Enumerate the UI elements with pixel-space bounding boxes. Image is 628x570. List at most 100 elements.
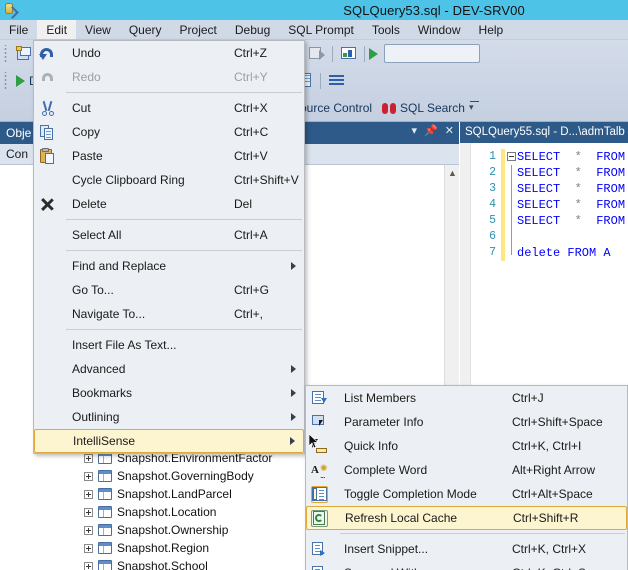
window-title: SQLQuery53.sql - DEV-SRV00 xyxy=(343,2,525,18)
submenu-arrow-icon xyxy=(290,437,295,445)
menu-item-navigate-to[interactable]: Navigate To... Ctrl+, xyxy=(34,302,304,326)
scroll-up-icon[interactable]: ▲ xyxy=(446,166,459,180)
expander-plus-icon[interactable] xyxy=(84,453,93,463)
delete-x-icon xyxy=(39,196,56,213)
menu-sql-prompt[interactable]: SQL Prompt xyxy=(279,20,363,39)
show-diagram-pane-icon[interactable] xyxy=(338,43,359,64)
menu-item-refresh-local-cache[interactable]: Refresh Local Cache Ctrl+Shift+R xyxy=(306,506,627,530)
menu-item-accel: Del xyxy=(234,197,253,211)
comment-lines-icon[interactable] xyxy=(326,70,347,91)
panel-dropdown-icon[interactable]: ▾ xyxy=(412,125,418,137)
menu-item-label: Insert Snippet... xyxy=(344,542,429,556)
intellisense-submenu[interactable]: List Members Ctrl+J Parameter Info Ctrl+… xyxy=(305,385,628,570)
cut-icon xyxy=(39,100,56,117)
expander-plus-icon[interactable] xyxy=(84,525,93,535)
table-icon xyxy=(98,506,112,518)
expander-plus-icon[interactable] xyxy=(84,543,93,553)
menu-edit[interactable]: Edit xyxy=(37,20,77,39)
menu-item-select-all[interactable]: Select All Ctrl+A xyxy=(34,223,304,247)
menu-separator xyxy=(66,250,302,251)
menu-item-go-to[interactable]: Go To... Ctrl+G xyxy=(34,278,304,302)
edit-menu-dropdown[interactable]: Undo Ctrl+Z Redo Ctrl+Y Cut Ctrl+X Copy … xyxy=(33,40,305,454)
surround-with-icon xyxy=(311,565,328,570)
object-explorer-title: Obje xyxy=(6,126,32,140)
toolbar-grip-2[interactable] xyxy=(3,71,10,90)
toolbar-overflow-icon[interactable] xyxy=(469,99,480,117)
change-bar xyxy=(501,245,505,261)
menu-item-label: Quick Info xyxy=(344,439,399,453)
menu-item-delete[interactable]: Delete Del xyxy=(34,192,304,216)
menu-item-complete-word[interactable]: A ✺... Complete Word Alt+Right Arrow xyxy=(306,458,627,482)
source-control-label[interactable]: ource Control xyxy=(296,101,376,115)
menu-item-label: Outlining xyxy=(72,410,120,424)
editor-tab-label: SQLQuery55.sql - D...\admTalb xyxy=(465,126,625,138)
table-icon xyxy=(98,560,112,570)
menu-item-cut[interactable]: Cut Ctrl+X xyxy=(34,96,304,120)
fold-guide xyxy=(511,165,512,181)
connect-label[interactable]: Con xyxy=(0,147,28,161)
code-line: 5 SELECT * FROM xyxy=(460,213,628,229)
menu-item-paste[interactable]: Paste Ctrl+V xyxy=(34,144,304,168)
menu-item-undo[interactable]: Undo Ctrl+Z xyxy=(34,41,304,65)
menu-item-label: Copy xyxy=(72,125,101,139)
fold-guide xyxy=(511,181,512,197)
navigate-forward-icon[interactable] xyxy=(306,43,327,64)
sql-search-icon[interactable] xyxy=(382,102,397,114)
menu-item-list-members[interactable]: List Members Ctrl+J xyxy=(306,386,627,410)
menu-item-cycle-clipboard-ring[interactable]: Cycle Clipboard Ring Ctrl+Shift+V xyxy=(34,168,304,192)
panel-pin-icon[interactable]: 📌 xyxy=(424,125,438,137)
execute-query-icon[interactable] xyxy=(16,74,25,87)
menu-debug[interactable]: Debug xyxy=(226,20,279,39)
fold-collapse-icon[interactable] xyxy=(507,152,516,161)
menu-window[interactable]: Window xyxy=(409,20,470,39)
menu-item-find-and-replace[interactable]: Find and Replace xyxy=(34,254,304,278)
menu-item-advanced[interactable]: Advanced xyxy=(34,357,304,381)
menu-item-label: Advanced xyxy=(72,362,126,376)
menu-item-label: Navigate To... xyxy=(72,307,146,321)
menu-item-surround-with[interactable]: Surround With... Ctrl+K, Ctrl+S xyxy=(306,561,627,570)
menu-item-outlining[interactable]: Outlining xyxy=(34,405,304,429)
menu-item-insert-file-as-text[interactable]: Insert File As Text... xyxy=(34,333,304,357)
menu-view[interactable]: View xyxy=(76,20,120,39)
execute-icon[interactable] xyxy=(369,47,378,60)
menu-item-insert-snippet[interactable]: Insert Snippet... Ctrl+K, Ctrl+X xyxy=(306,537,627,561)
database-combo[interactable] xyxy=(384,44,480,63)
table-icon xyxy=(98,542,112,554)
menu-file[interactable]: File xyxy=(0,20,37,39)
menu-project[interactable]: Project xyxy=(171,20,226,39)
panel-close-icon[interactable]: ✕ xyxy=(445,125,454,137)
expander-plus-icon[interactable] xyxy=(84,507,93,517)
menu-item-label: List Members xyxy=(344,391,417,405)
editor-tab[interactable]: SQLQuery55.sql - D...\admTalb xyxy=(460,122,628,143)
menu-item-parameter-info[interactable]: Parameter Info Ctrl+Shift+Space xyxy=(306,410,627,434)
expander-plus-icon[interactable] xyxy=(84,489,93,499)
list-item-label: Snapshot.GoverningBody xyxy=(117,469,254,483)
code-line: 2 SELECT * FROM xyxy=(460,165,628,181)
menu-item-label: Delete xyxy=(72,197,107,211)
code-text: SELECT * FROM xyxy=(517,166,626,180)
expander-plus-icon[interactable] xyxy=(84,471,93,481)
menu-tools[interactable]: Tools xyxy=(363,20,409,39)
menu-item-copy[interactable]: Copy Ctrl+C xyxy=(34,120,304,144)
change-bar xyxy=(501,229,505,245)
menu-item-label: Find and Replace xyxy=(72,259,167,273)
mouse-cursor-icon xyxy=(308,433,319,449)
menu-item-quick-info[interactable]: Quick Info Ctrl+K, Ctrl+I xyxy=(306,434,627,458)
sql-search-label[interactable]: SQL Search xyxy=(396,101,469,115)
line-number: 7 xyxy=(489,246,496,259)
submenu-arrow-icon xyxy=(291,365,296,373)
code-line: 4 SELECT * FROM xyxy=(460,197,628,213)
list-members-icon xyxy=(311,390,328,407)
menu-item-label: Go To... xyxy=(72,283,114,297)
menu-item-toggle-completion-mode[interactable]: Toggle Completion Mode Ctrl+Alt+Space xyxy=(306,482,627,506)
expander-plus-icon[interactable] xyxy=(84,561,93,570)
menu-item-label: Undo xyxy=(72,46,101,60)
new-query-icon[interactable] xyxy=(13,43,34,64)
fold-guide xyxy=(511,197,512,213)
menu-item-intellisense[interactable]: IntelliSense xyxy=(34,429,304,453)
menu-query[interactable]: Query xyxy=(120,20,171,39)
menu-help[interactable]: Help xyxy=(470,20,513,39)
toolbar-grip[interactable] xyxy=(3,44,10,63)
code-text: SELECT * FROM xyxy=(517,214,626,228)
menu-item-bookmarks[interactable]: Bookmarks xyxy=(34,381,304,405)
